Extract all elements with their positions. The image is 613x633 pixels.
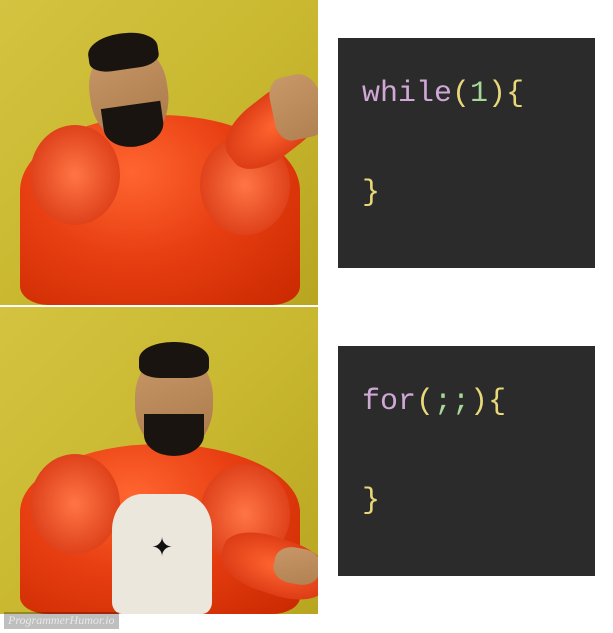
open-brace: { xyxy=(506,77,524,111)
code-block-for: for(;;){ } xyxy=(338,346,595,576)
close-paren: ) xyxy=(470,385,488,419)
drake-approve-panel: ✦ xyxy=(0,307,320,614)
keyword-while: while xyxy=(362,77,452,111)
close-brace: } xyxy=(362,484,380,518)
open-paren: ( xyxy=(452,77,470,111)
drake-figure-approve: ✦ xyxy=(20,324,300,614)
jumpman-logo-icon: ✦ xyxy=(144,532,180,568)
close-paren: ) xyxy=(488,77,506,111)
head xyxy=(135,354,213,452)
arg-literal: 1 xyxy=(470,77,488,111)
hair xyxy=(139,342,209,378)
rejected-code-panel: while(1){ } xyxy=(320,0,613,307)
watermark-text: ProgrammerHumor.io xyxy=(4,612,119,629)
arg-literal: ;; xyxy=(434,385,470,419)
code-line: while(1){ xyxy=(362,66,571,123)
tshirt: ✦ xyxy=(112,494,212,614)
open-paren: ( xyxy=(416,385,434,419)
drake-reject-panel xyxy=(0,0,320,307)
code-line: } xyxy=(362,473,571,530)
drake-figure-reject xyxy=(20,15,300,305)
approved-code-panel: for(;;){ } xyxy=(320,307,613,614)
beard xyxy=(144,414,204,456)
close-brace: } xyxy=(362,176,380,210)
hair xyxy=(86,29,160,74)
drake-meme-grid: while(1){ } ✦ for(;;){ xyxy=(0,0,613,614)
code-line: for(;;){ xyxy=(362,374,571,431)
open-brace: { xyxy=(488,385,506,419)
keyword-for: for xyxy=(362,385,416,419)
code-line: } xyxy=(362,165,571,222)
code-block-while: while(1){ } xyxy=(338,38,595,268)
